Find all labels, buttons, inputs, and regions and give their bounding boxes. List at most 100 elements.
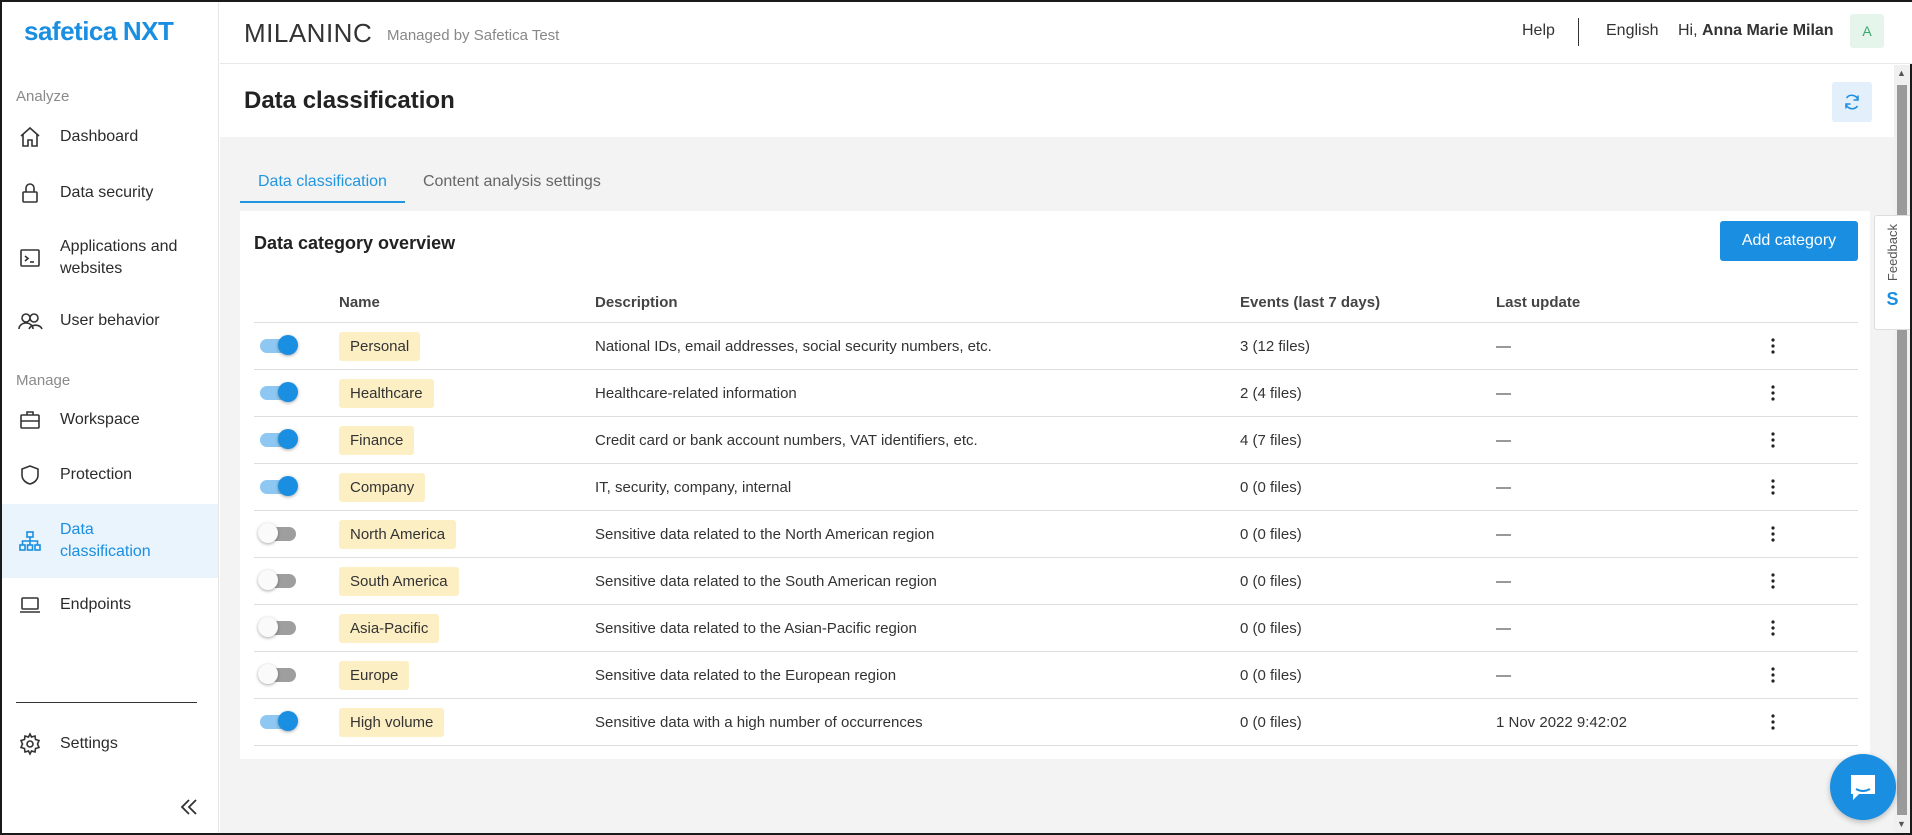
row-menu-button[interactable] [1766, 475, 1780, 499]
hierarchy-icon [16, 527, 44, 555]
category-tag[interactable]: Healthcare [339, 378, 434, 408]
toggle-cell [254, 476, 339, 496]
category-tag[interactable]: High volume [339, 707, 445, 737]
category-toggle[interactable] [260, 711, 298, 731]
chat-bubble-icon [1851, 775, 1875, 800]
sidebar-item-label: Dashboard [60, 128, 139, 145]
header-description[interactable]: Description [595, 294, 1240, 311]
events-cell: 0 (0 files) [1240, 619, 1302, 637]
category-tag[interactable]: South America [339, 566, 459, 596]
events-cell: 0 (0 files) [1240, 478, 1302, 496]
category-tag[interactable]: Company [339, 472, 426, 502]
events-cell: 0 (0 files) [1240, 572, 1302, 590]
menu-cell [1766, 663, 1858, 687]
feedback-tab[interactable]: Feedback S [1874, 215, 1910, 330]
sidebar-item-dashboard[interactable]: Dashboard [2, 120, 218, 154]
safetica-logo[interactable]: safetica NXT [24, 16, 174, 50]
category-tag[interactable]: Personal [339, 331, 421, 361]
help-link[interactable]: Help [1522, 22, 1555, 40]
header-name[interactable]: Name [339, 294, 595, 311]
category-toggle[interactable] [258, 570, 296, 590]
tab-bar: Data classification Content analysis set… [240, 165, 619, 203]
kebab-menu-icon [1771, 620, 1775, 636]
table-body: Personal National IDs, email addresses, … [254, 323, 1858, 746]
menu-cell [1766, 616, 1858, 640]
row-menu-button[interactable] [1766, 381, 1780, 405]
refresh-button[interactable] [1832, 82, 1872, 122]
toggle-knob [258, 570, 278, 590]
category-toggle[interactable] [258, 617, 296, 637]
toggle-knob [278, 335, 298, 355]
scroll-down-icon[interactable]: ▼ [1897, 819, 1906, 829]
category-toggle[interactable] [260, 335, 298, 355]
description-cell: Sensitive data related to the European r… [595, 666, 897, 684]
menu-cell [1766, 428, 1858, 452]
category-toggle[interactable] [260, 476, 298, 496]
header-events[interactable]: Events (last 7 days) [1240, 294, 1496, 311]
kebab-menu-icon [1771, 479, 1775, 495]
description-cell: IT, security, company, internal [595, 478, 792, 496]
category-tag[interactable]: Finance [339, 425, 415, 455]
sidebar-item-settings[interactable]: Settings [2, 727, 218, 761]
user-greeting[interactable]: Hi, Anna Marie Milan [1678, 22, 1834, 40]
last-update-cell: 1 Nov 2022 9:42:02 [1496, 713, 1627, 731]
row-menu-button[interactable] [1766, 710, 1780, 734]
header-last-update[interactable]: Last update [1496, 294, 1766, 311]
row-menu-button[interactable] [1766, 616, 1780, 640]
name-cell: Company [339, 472, 595, 502]
toggle-cell [254, 523, 339, 543]
feedback-label: Feedback [1885, 224, 1900, 282]
sidebar-item-protection[interactable]: Protection [2, 458, 218, 492]
logo-main: safetica [24, 16, 117, 46]
toggle-cell [254, 570, 339, 590]
sidebar-item-workspace[interactable]: Workspace [2, 403, 218, 437]
category-toggle[interactable] [258, 523, 296, 543]
row-menu-button[interactable] [1766, 569, 1780, 593]
chat-button[interactable] [1830, 754, 1896, 820]
sidebar-item-user-behavior[interactable]: User behavior [2, 304, 218, 338]
tab-data-classification[interactable]: Data classification [240, 165, 405, 203]
sidebar: safetica NXT Analyze Dashboard Data secu… [2, 2, 219, 833]
sidebar-item-label: Data classification [60, 521, 151, 560]
category-toggle[interactable] [258, 664, 296, 684]
sidebar-item-applications-websites[interactable]: Applications and websites [2, 232, 218, 284]
category-toggle[interactable] [260, 429, 298, 449]
collapse-sidebar-button[interactable] [174, 792, 204, 822]
toggle-cell [254, 617, 339, 637]
tab-content-analysis-settings[interactable]: Content analysis settings [405, 165, 619, 203]
scrollbar[interactable]: ▲ ▼ [1894, 65, 1910, 833]
sidebar-item-data-classification[interactable]: Data classification [2, 504, 218, 578]
menu-cell [1766, 381, 1858, 405]
row-menu-button[interactable] [1766, 334, 1780, 358]
row-menu-button[interactable] [1766, 428, 1780, 452]
last-update-cell: — [1496, 572, 1511, 590]
table-header: Name Description Events (last 7 days) La… [254, 283, 1858, 323]
name-cell: Finance [339, 425, 595, 455]
table-row: Asia-Pacific Sensitive data related to t… [254, 605, 1858, 652]
description-cell: Sensitive data related to the South Amer… [595, 572, 937, 590]
add-category-button[interactable]: Add category [1720, 221, 1858, 261]
menu-cell [1766, 710, 1858, 734]
data-category-card: Data category overview Add category Name… [240, 211, 1870, 759]
scrollbar-thumb[interactable] [1897, 85, 1907, 815]
name-cell: South America [339, 566, 595, 596]
sidebar-item-data-security[interactable]: Data security [2, 176, 218, 210]
user-name: Anna Marie Milan [1702, 22, 1834, 39]
language-selector[interactable]: English [1606, 22, 1658, 40]
row-menu-button[interactable] [1766, 522, 1780, 546]
avatar[interactable]: A [1850, 14, 1884, 48]
category-tag[interactable]: Asia-Pacific [339, 613, 440, 643]
sidebar-item-endpoints[interactable]: Endpoints [2, 588, 218, 622]
category-tag[interactable]: Europe [339, 660, 410, 690]
events-cell: 2 (4 files) [1240, 384, 1302, 402]
row-menu-button[interactable] [1766, 663, 1780, 687]
menu-cell [1766, 522, 1858, 546]
sidebar-item-label: Endpoints [60, 596, 132, 613]
card-title: Data category overview [254, 233, 456, 253]
category-toggle[interactable] [260, 382, 298, 402]
toggle-knob [278, 711, 298, 731]
category-tag[interactable]: North America [339, 519, 457, 549]
toggle-knob [258, 617, 278, 637]
scroll-up-icon[interactable]: ▲ [1897, 68, 1906, 78]
section-label-manage: Manage [16, 372, 71, 389]
